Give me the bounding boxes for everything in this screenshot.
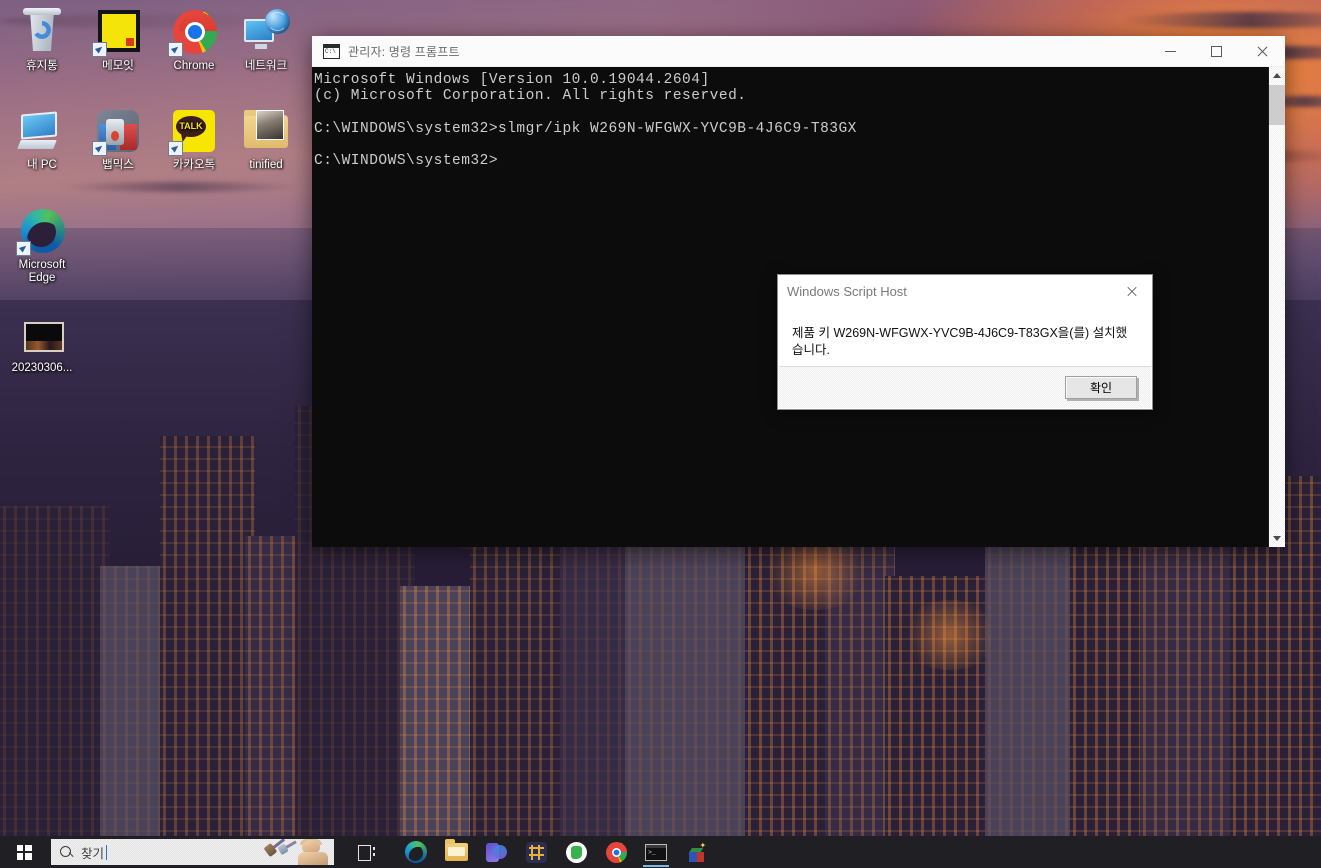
windows-script-host-dialog[interactable]: Windows Script Host 제품 키 W269N-WFGWX-YVC…	[777, 274, 1153, 410]
console-window-title: 관리자: 명령 프롬프트	[348, 44, 460, 59]
search-mascot-illustration	[256, 839, 334, 865]
dialog-ok-button[interactable]: 확인	[1065, 376, 1137, 399]
taskbar-item-task-view[interactable]	[346, 836, 386, 868]
desktop-icon-label: Chrome	[173, 60, 215, 72]
desktop-icon-video-file[interactable]: 20230306...	[4, 316, 80, 375]
building	[1070, 506, 1150, 836]
building	[745, 536, 835, 836]
window-controls	[1147, 36, 1285, 67]
scrollbar-thumb[interactable]	[1269, 85, 1285, 125]
building	[0, 506, 110, 836]
dialog-close-button[interactable]	[1110, 275, 1152, 308]
search-input[interactable]: 찾기	[51, 839, 334, 865]
taskbar-item-evernote[interactable]	[556, 836, 596, 868]
desktop-icon-recycle-bin[interactable]: 휴지통	[4, 8, 80, 73]
dialog-title: Windows Script Host	[787, 284, 907, 299]
desktop-icon-chrome[interactable]: Chrome	[156, 8, 232, 73]
scroll-up-arrow[interactable]	[1269, 67, 1285, 84]
desktop-icon-tinified[interactable]: tinified	[228, 107, 304, 172]
command-prompt-icon	[323, 43, 340, 59]
close-button[interactable]	[1239, 36, 1285, 67]
network-icon	[242, 8, 290, 56]
task-view-icon	[357, 845, 375, 861]
desktop-icon-label: Microsoft Edge	[18, 259, 66, 284]
taskbar-item-3d-app[interactable]: ✦	[676, 836, 716, 868]
folder-icon	[242, 107, 290, 155]
chrome-icon	[168, 8, 218, 57]
memoit-note-icon	[92, 8, 142, 57]
recycle-bin-icon	[18, 8, 66, 56]
folder-icon	[444, 839, 468, 861]
evernote-icon	[565, 841, 587, 863]
minimize-button[interactable]	[1147, 36, 1193, 67]
taskbar-item-snip-tool[interactable]	[516, 836, 556, 868]
desktop-icon-label: 20230306...	[11, 362, 73, 374]
maximize-button[interactable]	[1193, 36, 1239, 67]
this-pc-icon	[17, 107, 66, 155]
dialog-footer: 확인	[779, 366, 1151, 408]
console-titlebar[interactable]: 관리자: 명령 프롬프트	[312, 36, 1285, 67]
desktop-icon-label: 메모잇	[102, 60, 134, 72]
chrome-icon	[605, 841, 627, 863]
command-prompt-icon	[645, 843, 667, 861]
edge-icon	[405, 841, 427, 863]
desktop-icon-kakaotalk[interactable]: TALK 카카오톡	[156, 107, 232, 172]
desktop-icon-label: tinified	[249, 159, 283, 171]
desktop-icon-label: 뱁믹스	[102, 159, 134, 171]
dialog-titlebar[interactable]: Windows Script Host	[778, 275, 1152, 308]
taskbar-item-office[interactable]	[476, 836, 516, 868]
vapmix-icon	[92, 107, 142, 156]
desktop-icon-label: 내 PC	[27, 159, 57, 171]
console-scrollbar[interactable]	[1268, 67, 1285, 547]
taskbar-item-microsoft-edge[interactable]	[396, 836, 436, 868]
text-caret	[106, 844, 108, 860]
desktop-icon-label: 네트워크	[244, 60, 288, 72]
desktop-icon-memoit[interactable]: 메모잇	[80, 8, 156, 73]
kakaotalk-icon: TALK	[168, 107, 218, 156]
office-icon	[485, 842, 507, 863]
desktop-icon-label: 휴지통	[26, 60, 58, 72]
windows-logo-icon	[16, 844, 32, 860]
search-input-value: 찾기	[81, 846, 105, 861]
scroll-down-arrow[interactable]	[1269, 530, 1285, 547]
desktop-icon-this-pc[interactable]: 내 PC	[4, 107, 80, 172]
video-file-icon	[18, 316, 66, 358]
taskbar-item-file-explorer[interactable]	[436, 836, 476, 868]
desktop-icon-network[interactable]: 네트워크	[228, 8, 304, 73]
microsoft-edge-icon	[16, 207, 66, 256]
start-button[interactable]	[0, 836, 48, 868]
close-icon	[1126, 286, 1137, 297]
building	[160, 436, 255, 836]
taskbar-item-google-chrome[interactable]	[596, 836, 636, 868]
crop-icon	[525, 841, 547, 863]
search-icon	[60, 845, 73, 859]
building	[885, 576, 995, 836]
desktop-icon-label: 카카오톡	[172, 159, 216, 171]
dialog-message-text: 제품 키 W269N-WFGWX-YVC9B-4J6C9-T83GX을(를) 설…	[792, 326, 1128, 357]
cube-icon: ✦	[686, 841, 707, 863]
desktop-icon-vapmix[interactable]: 뱁믹스	[80, 107, 156, 172]
desktop-icon-microsoft-edge[interactable]: Microsoft Edge	[4, 207, 80, 285]
taskbar[interactable]: 찾기 ✦	[0, 836, 1321, 868]
taskbar-item-command-prompt[interactable]	[636, 836, 676, 868]
